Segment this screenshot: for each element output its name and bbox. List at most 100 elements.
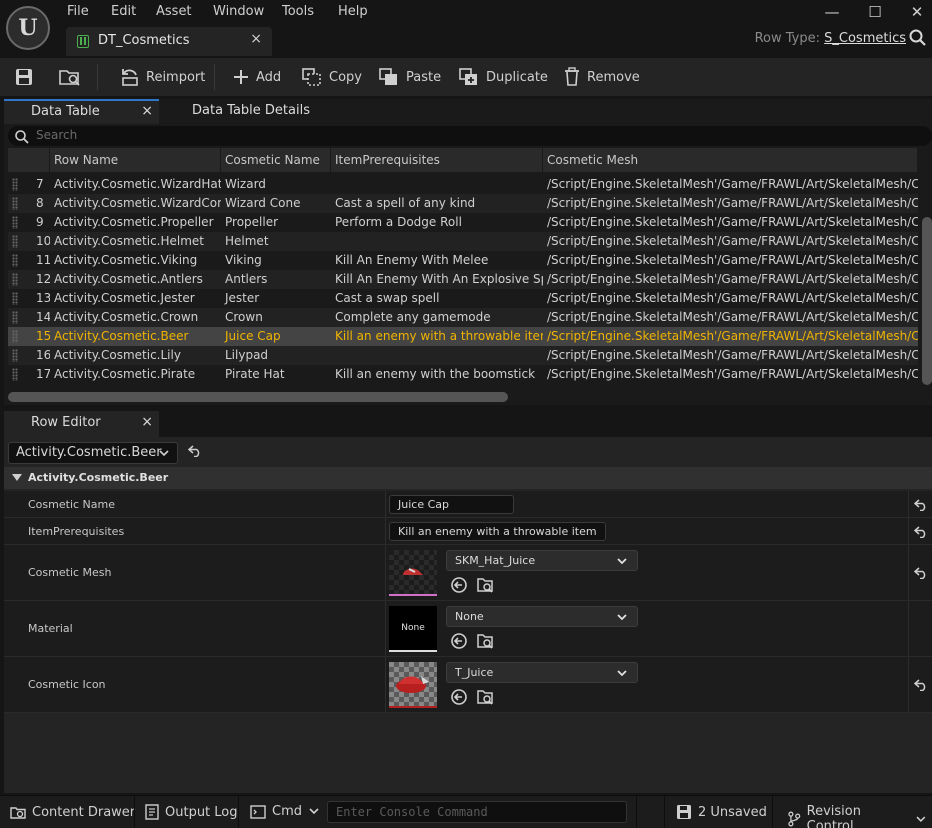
use-selected-asset-icon[interactable] [450,688,468,706]
drag-handle-icon[interactable] [12,216,18,229]
close-window-button[interactable]: ✕ [902,1,932,23]
reset-arrow-icon[interactable] [914,679,928,691]
menu-file[interactable]: File [67,4,89,19]
reset-arrow-icon[interactable] [188,445,202,457]
menu-edit[interactable]: Edit [111,4,136,19]
row-type-link[interactable]: S_Cosmetics [824,31,906,46]
paste-button[interactable]: Paste [378,66,441,88]
cosmetic-name-cell: Crown [225,310,263,324]
save-button[interactable] [14,66,40,88]
cosmetic-name-input[interactable]: Juice Cap [389,495,514,514]
header-cosmetic-mesh[interactable]: Cosmetic Mesh [543,148,918,172]
drag-handle-icon[interactable] [12,273,18,286]
drag-handle-icon[interactable] [12,368,18,381]
category-header[interactable]: Activity.Cosmetic.Beer [4,467,932,489]
browse-button[interactable] [58,66,88,88]
use-selected-asset-icon[interactable] [450,576,468,594]
menu-asset[interactable]: Asset [156,4,192,19]
row-name-cell: Activity.Cosmetic.Crown [54,310,199,324]
menu-tools[interactable]: Tools [282,4,314,19]
cmd-dropdown[interactable]: Cmd [250,804,325,819]
close-tab-icon[interactable]: × [141,414,153,430]
menu-window[interactable]: Window [213,4,264,19]
remove-button[interactable]: Remove [563,66,640,88]
reset-arrow-icon[interactable] [914,526,928,538]
table-row[interactable]: 11 Activity.Cosmetic.Viking Viking Kill An … [8,251,918,270]
drag-handle-icon[interactable] [12,235,18,248]
browse-asset-icon[interactable] [476,688,494,706]
table-row[interactable]: 9 Activity.Cosmetic.Propeller Propeller Per… [8,213,918,232]
material-asset-dropdown[interactable]: None [446,606,638,627]
use-selected-asset-icon[interactable] [450,632,468,650]
mesh-thumbnail[interactable] [389,550,437,596]
revision-control-dropdown[interactable]: Revision Control [787,804,932,828]
cosmetic-name-cell: Wizard [225,177,266,191]
table-row[interactable]: 14 Activity.Cosmetic.Crown Crown Complete a… [8,308,918,327]
row-selector-dropdown[interactable]: Activity.Cosmetic.Beer [8,442,178,464]
table-row[interactable]: 7 Activity.Cosmetic.WizardHat Wizard/Scrip… [8,175,918,194]
status-divider [636,796,637,828]
icon-thumbnail[interactable] [389,662,437,708]
content-drawer-icon [10,807,26,819]
toolbar-divider [97,64,98,90]
table-row[interactable]: 13 Activity.Cosmetic.Jester Jester Cast a s… [8,289,918,308]
reimport-button[interactable]: Reimport [120,66,205,88]
mesh-asset-dropdown[interactable]: SKM_Hat_Juice [446,550,638,571]
content-drawer-button[interactable]: Content Drawer [10,804,135,820]
duplicate-button[interactable]: Duplicate [458,66,548,88]
drag-handle-icon[interactable] [12,311,18,324]
row-number-cell: 10 [36,234,50,248]
vertical-scrollbar[interactable] [922,217,932,385]
close-tab-icon[interactable]: × [250,31,262,47]
row-number-cell: 9 [36,215,44,229]
unreal-logo-icon[interactable]: U [6,6,50,50]
unsaved-button[interactable]: 2 Unsaved [676,804,767,820]
menu-help[interactable]: Help [338,4,368,19]
reset-arrow-icon[interactable] [914,499,928,511]
reimport-label: Reimport [146,69,206,85]
table-row[interactable]: 15 Activity.Cosmetic.Beer Juice Cap Kill an… [8,327,918,346]
console-command-input[interactable]: Enter Console Command [327,801,627,823]
column-divider [385,491,386,517]
save-icon [677,805,691,819]
output-log-button[interactable]: Output Log [145,804,238,820]
copy-button[interactable]: Copy [301,66,362,88]
table-row[interactable]: 12 Activity.Cosmetic.Antlers Antlers Kill A… [8,270,918,289]
table-row[interactable]: 17 Activity.Cosmetic.Pirate Pirate Hat Kill… [8,365,918,384]
drag-handle-icon[interactable] [12,254,18,267]
table-row[interactable]: 16 Activity.Cosmetic.Lily Lilypad/Script/E… [8,346,918,365]
browse-asset-icon[interactable] [476,576,494,594]
drag-handle-icon[interactable] [12,178,18,191]
drag-handle-icon[interactable] [12,292,18,305]
tab-data-table[interactable]: Data Table × [4,99,159,124]
plus-icon [234,70,248,84]
property-row-cosmetic-icon: Cosmetic Icon T_Juice [4,657,932,713]
browse-asset-icon[interactable] [476,632,494,650]
icon-asset-dropdown[interactable]: T_Juice [446,662,638,683]
drag-handle-icon[interactable] [12,197,18,210]
maximize-button[interactable]: ☐ [860,1,890,23]
minimize-button[interactable]: — [817,1,847,23]
drag-handle-icon[interactable] [12,330,18,343]
tab-data-table-details[interactable]: Data Table Details [174,99,324,124]
header-row-name[interactable]: Row Name [50,148,221,172]
header-cosmetic-name[interactable]: Cosmetic Name [221,148,331,172]
table-row[interactable]: 10 Activity.Cosmetic.Helmet Helmet/Script/… [8,232,918,251]
search-icon[interactable] [908,28,928,48]
add-row-button[interactable]: Add [232,66,281,88]
item-prerequisites-cell: Perform a Dodge Roll [335,215,462,229]
search-input[interactable]: Search [8,126,932,146]
document-tab[interactable]: DT_Cosmetics × [66,27,272,56]
reset-arrow-icon[interactable] [914,567,928,579]
tab-row-editor[interactable]: Row Editor × [4,411,159,437]
drag-handle-icon[interactable] [12,349,18,362]
close-tab-icon[interactable]: × [141,103,153,119]
header-item-prerequisites[interactable]: ItemPrerequisites [331,148,543,172]
item-prerequisites-input[interactable]: Kill an enemy with a throwable item [389,522,606,541]
cosmetic-name-cell: Propeller [225,215,279,229]
material-thumbnail[interactable]: None [389,606,437,652]
horizontal-scrollbar[interactable] [8,392,508,402]
revision-control-icon [788,811,801,827]
category-title: Activity.Cosmetic.Beer [28,471,169,484]
table-row[interactable]: 8 Activity.Cosmetic.WizardCone Wizard Cone… [8,194,918,213]
